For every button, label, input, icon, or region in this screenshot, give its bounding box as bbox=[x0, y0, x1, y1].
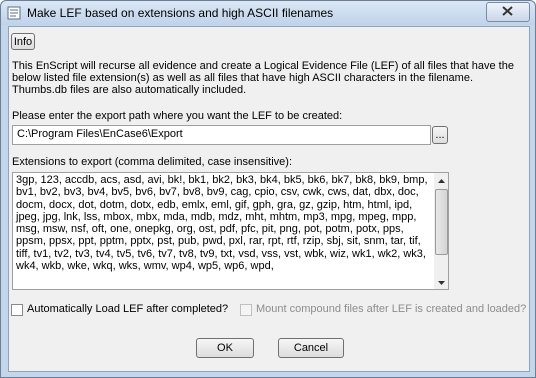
ok-button[interactable]: OK bbox=[196, 338, 254, 358]
extensions-scrollbar[interactable] bbox=[434, 172, 449, 290]
dialog-body: Info This EnScript will recurse all evid… bbox=[8, 26, 530, 372]
auto-load-checkbox[interactable] bbox=[11, 304, 23, 316]
scroll-up-icon[interactable] bbox=[434, 173, 448, 188]
cancel-button[interactable]: Cancel bbox=[278, 338, 344, 358]
auto-load-label[interactable]: Automatically Load LEF after completed? bbox=[27, 303, 228, 315]
title-bar[interactable]: Make LEF based on extensions and high AS… bbox=[1, 1, 535, 25]
scroll-thumb[interactable] bbox=[435, 189, 448, 255]
app-icon bbox=[7, 6, 21, 20]
close-button[interactable] bbox=[486, 2, 530, 22]
extensions-textarea[interactable]: 3gp, 123, accdb, acs, asd, avi, bk!, bk1… bbox=[12, 172, 435, 290]
export-path-input[interactable]: C:\Program Files\EnCase6\Export bbox=[12, 125, 431, 145]
close-icon bbox=[502, 6, 513, 16]
info-button[interactable]: Info bbox=[11, 33, 35, 50]
mount-compound-label[interactable]: Mount compound files after LEF is create… bbox=[256, 303, 526, 315]
description-text: This EnScript will recurse all evidence … bbox=[12, 60, 514, 96]
export-path-label: Please enter the export path where you w… bbox=[12, 110, 343, 122]
browse-button[interactable]: ... bbox=[432, 126, 448, 144]
dialog-window: Make LEF based on extensions and high AS… bbox=[0, 0, 536, 378]
extensions-label: Extensions to export (comma delimited, c… bbox=[12, 156, 293, 168]
window-title: Make LEF based on extensions and high AS… bbox=[27, 6, 334, 20]
mount-compound-checkbox[interactable] bbox=[240, 304, 252, 316]
scroll-down-icon[interactable] bbox=[434, 275, 448, 290]
